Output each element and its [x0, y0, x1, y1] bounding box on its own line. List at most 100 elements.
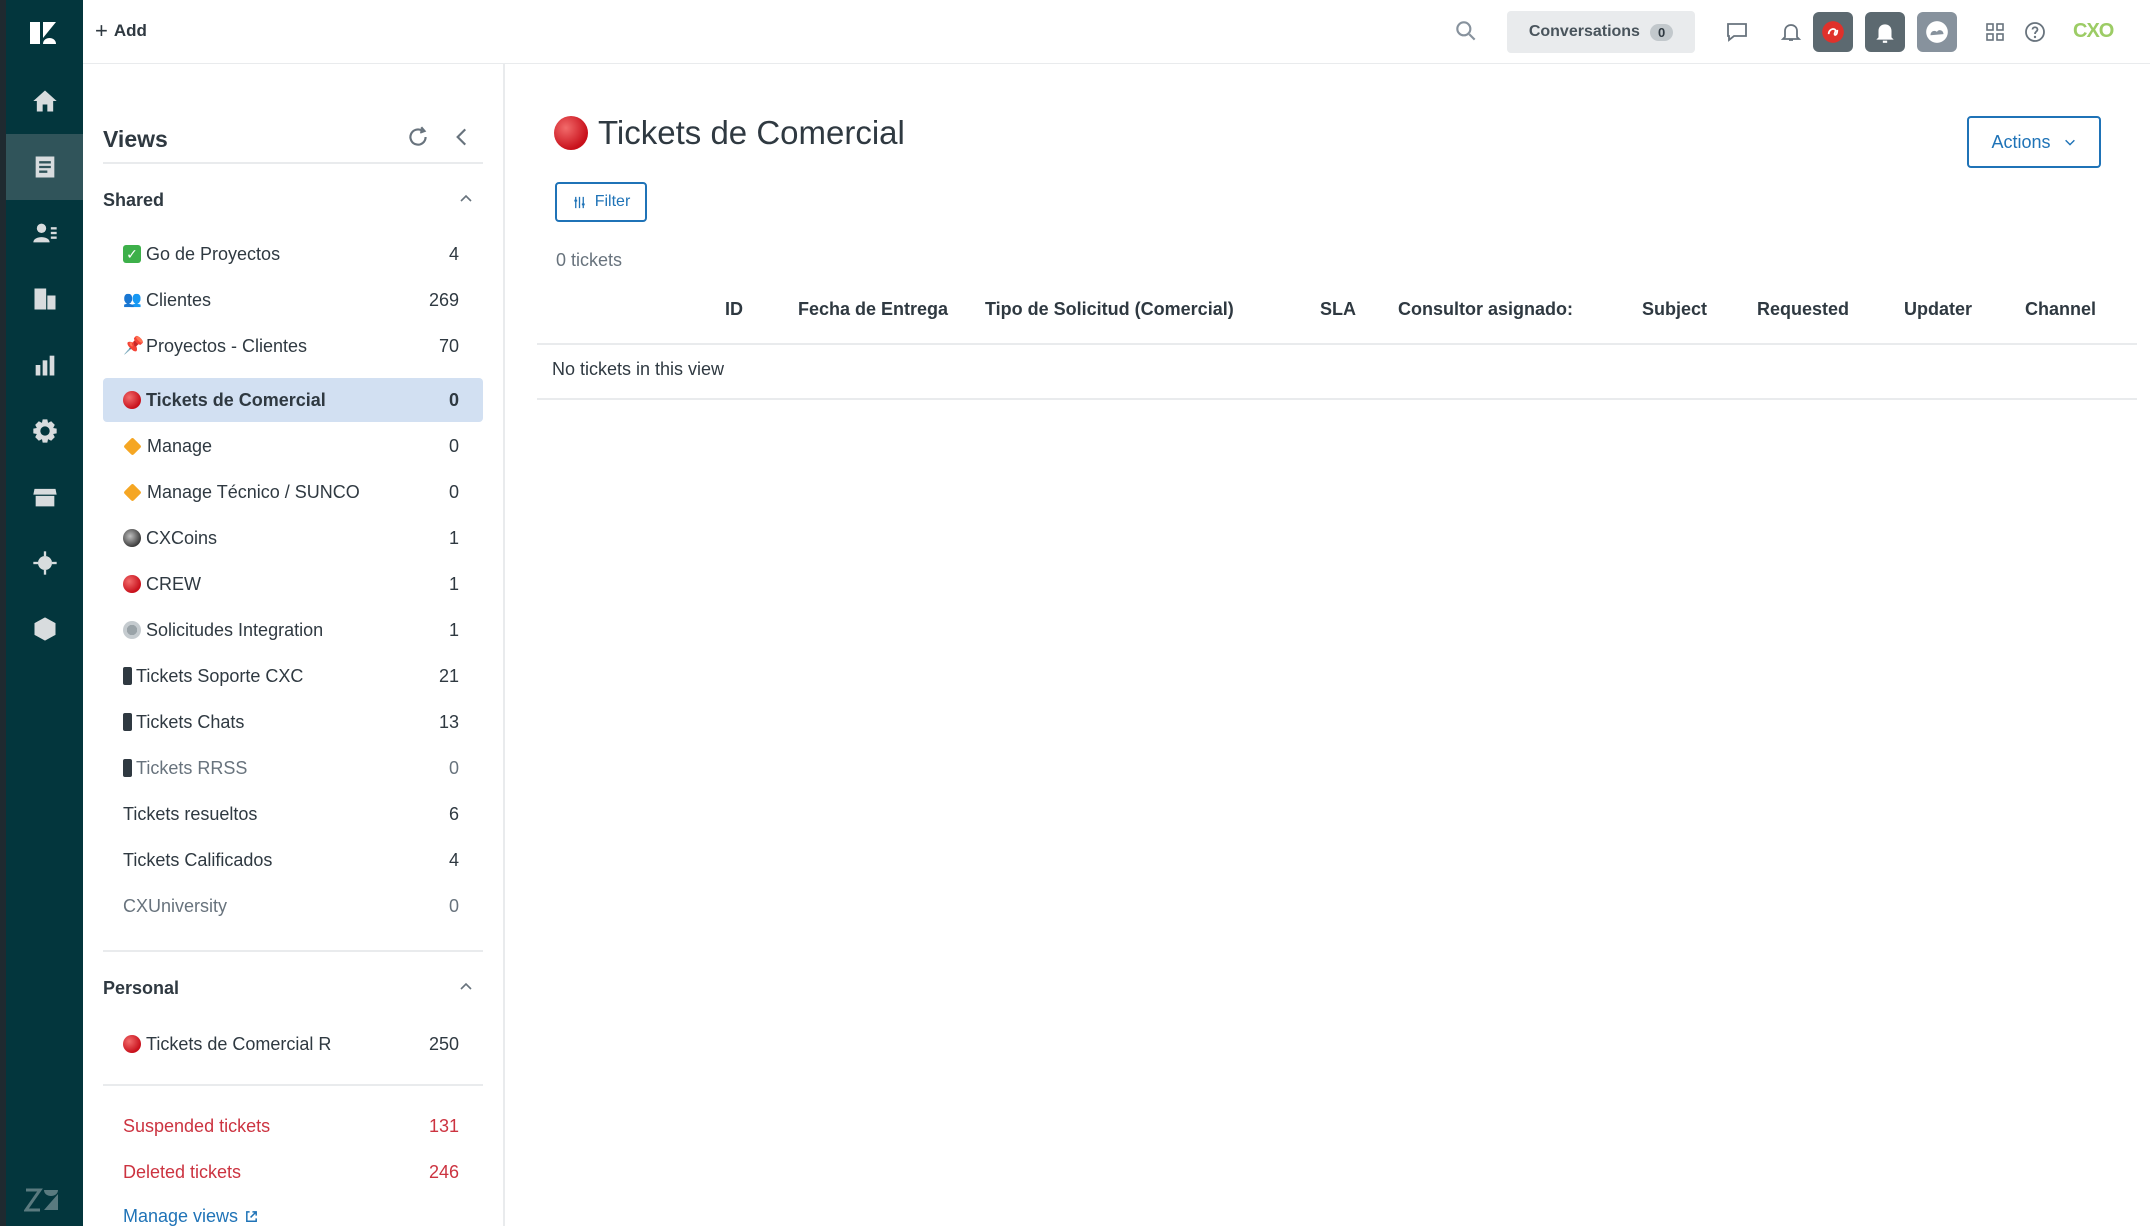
view-count: 1 [448, 573, 459, 594]
plus-icon: + [95, 18, 108, 43]
view-cxuniversity[interactable]: CXUniversity 0 [103, 884, 483, 928]
products-icon [34, 617, 55, 641]
gear-icon [123, 621, 141, 639]
view-cxcoins[interactable]: CXCoins 1 [103, 516, 483, 560]
chevron-down-icon [2064, 139, 2075, 146]
views-divider [103, 162, 483, 164]
actions-button[interactable]: Actions [1967, 116, 2101, 168]
app-red-button[interactable] [1813, 12, 1853, 52]
view-count: 0 [448, 389, 459, 410]
view-tickets-soporte-cxc[interactable]: Tickets Soporte CXC 21 [103, 654, 483, 698]
cloud-app-icon [1926, 21, 1948, 43]
top-bar: + Add Conversations 0 CXO [83, 0, 2150, 64]
filter-sliders-icon [574, 196, 585, 208]
view-count: 246 [428, 1161, 459, 1182]
views-icon [35, 156, 54, 178]
help-button[interactable] [2017, 14, 2053, 50]
view-crew[interactable]: CREW 1 [103, 562, 483, 606]
rail-customers[interactable] [6, 200, 83, 266]
account-brand-logo[interactable]: CXO [2073, 20, 2114, 43]
app-cloud-button[interactable] [1917, 12, 1957, 52]
view-count: 269 [428, 289, 459, 310]
zendesk-wordmark-icon[interactable] [24, 1186, 60, 1214]
column-header-updater[interactable]: Updater [1904, 299, 1972, 320]
grid-icon [1986, 23, 2004, 41]
search-icon[interactable] [1453, 18, 1479, 44]
app-alerts-button[interactable] [1865, 12, 1905, 52]
shared-section-header[interactable]: Shared [103, 190, 483, 211]
rail-organizations[interactable] [6, 266, 83, 332]
rail-marketplace[interactable] [6, 464, 83, 530]
view-tickets-calificados[interactable]: Tickets Calificados 4 [103, 838, 483, 882]
view-manage[interactable]: Manage 0 [103, 424, 483, 468]
column-header-channel[interactable]: Channel [2025, 299, 2096, 320]
zendesk-logo-icon[interactable] [26, 18, 60, 48]
view-suspended-tickets[interactable]: Suspended tickets 131 [103, 1104, 483, 1148]
alert-bell-icon [1876, 24, 1894, 43]
view-label: Tickets Chats [136, 711, 245, 732]
red-circle-icon [123, 1035, 141, 1053]
add-button[interactable]: + Add [95, 20, 147, 42]
orange-diamond-icon [123, 482, 142, 502]
view-count: 0 [448, 435, 459, 456]
rail-reporting[interactable] [6, 332, 83, 398]
chat-bubble-icon [1727, 23, 1747, 42]
marketplace-icon [32, 488, 57, 507]
personal-header-label: Personal [103, 978, 180, 998]
view-tickets-rrss[interactable]: Tickets RRSS 0 [103, 746, 483, 790]
view-solicitudes-integration[interactable]: Solicitudes Integration 1 [103, 608, 483, 652]
view-count: 0 [448, 481, 459, 502]
rail-products[interactable] [6, 596, 83, 662]
view-clientes[interactable]: 👥 Clientes 269 [103, 278, 483, 322]
home-icon [32, 90, 57, 112]
people-icon: 👥 [123, 291, 142, 308]
column-header-requested[interactable]: Requested [1757, 299, 1849, 320]
rail-home[interactable] [6, 68, 83, 134]
view-count: 70 [438, 335, 459, 356]
customers-icon [32, 223, 57, 243]
view-count: 6 [448, 803, 459, 824]
column-header-fecha-de-entrega[interactable]: Fecha de Entrega [798, 299, 948, 320]
personal-section-header[interactable]: Personal [103, 978, 483, 999]
conversations-button[interactable]: Conversations 0 [1507, 11, 1695, 53]
view-count: 250 [428, 1033, 459, 1054]
view-tickets-de-comercial-r[interactable]: Tickets de Comercial R 250 [103, 1022, 483, 1066]
admin-icon [32, 419, 57, 443]
column-header-subject[interactable]: Subject [1642, 299, 1707, 320]
filter-button[interactable]: Filter [555, 182, 647, 222]
view-label: Tickets de Comercial R [146, 1033, 332, 1054]
view-label: CXUniversity [123, 895, 228, 916]
view-go-de-proyectos[interactable]: ✓ Go de Proyectos 4 [103, 232, 483, 276]
rail-admin[interactable] [6, 398, 83, 464]
chat-button[interactable] [1719, 14, 1755, 50]
help-icon [2025, 22, 2045, 42]
view-label: Tickets Calificados [123, 849, 273, 870]
pushpin-icon: 📌 [123, 336, 145, 355]
view-tickets-resueltos[interactable]: Tickets resueltos 6 [103, 792, 483, 836]
chevron-left-icon[interactable] [449, 124, 475, 150]
view-label: Tickets de Comercial [146, 389, 326, 410]
view-count: 13 [438, 711, 459, 732]
empty-state-row: No tickets in this view [537, 345, 2137, 400]
manage-views-link[interactable]: Manage views [123, 1206, 259, 1226]
product-tray-button[interactable] [1977, 14, 2013, 50]
view-count: 1 [448, 619, 459, 640]
view-count: 4 [448, 849, 459, 870]
external-link-icon [246, 1211, 257, 1222]
column-header-tipo-de-solicitud[interactable]: Tipo de Solicitud (Comercial) [985, 299, 1234, 320]
view-proyectos-clientes[interactable]: 📌 Proyectos - Clientes 70 [103, 324, 483, 368]
rail-apps[interactable] [6, 530, 83, 596]
apps-icon [32, 551, 57, 575]
rail-views[interactable] [6, 134, 83, 200]
view-deleted-tickets[interactable]: Deleted tickets 246 [103, 1150, 483, 1194]
view-tickets-de-comercial[interactable]: Tickets de Comercial 0 [103, 378, 483, 422]
column-header-sla[interactable]: SLA [1320, 299, 1356, 320]
column-header-consultor-asignado[interactable]: Consultor asignado: [1398, 299, 1573, 320]
view-manage-tecnico-sunco[interactable]: Manage Técnico / SUNCO 0 [103, 470, 483, 514]
view-tickets-chats[interactable]: Tickets Chats 13 [103, 700, 483, 744]
view-content: Tickets de Comercial Actions Filter 0 ti… [507, 64, 2150, 1226]
notifications-button[interactable] [1773, 14, 1809, 50]
view-label: CREW [146, 573, 201, 594]
column-header-id[interactable]: ID [725, 299, 743, 320]
refresh-icon[interactable] [405, 124, 431, 150]
